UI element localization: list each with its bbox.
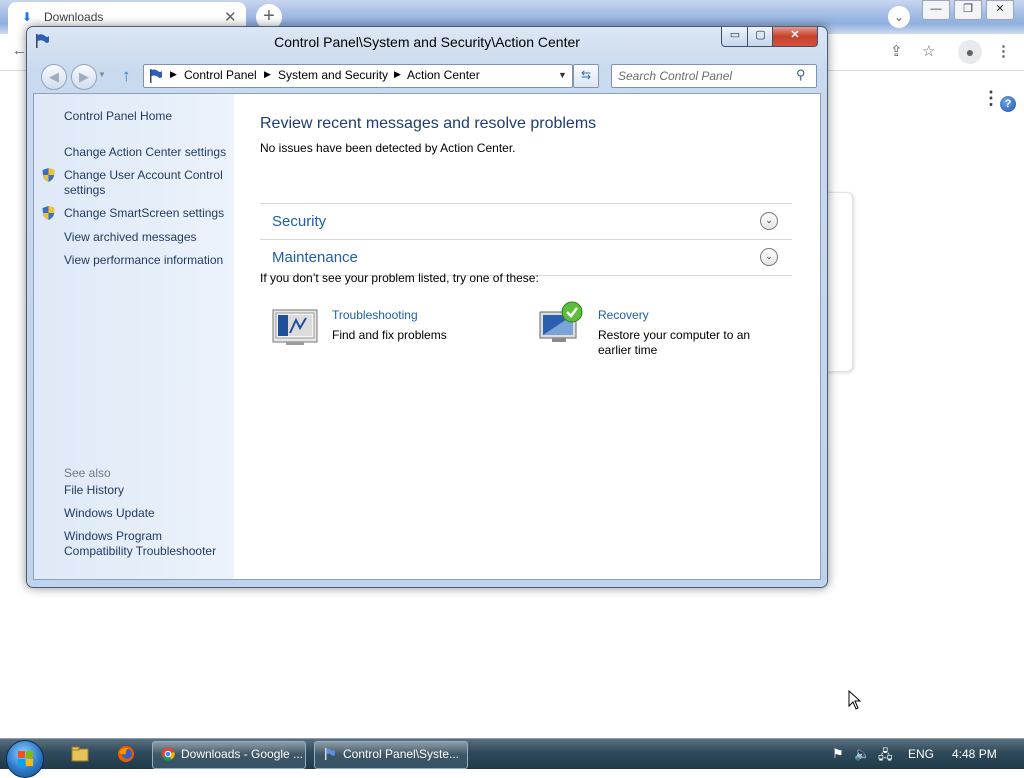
recovery-link[interactable]: Recovery xyxy=(598,308,649,322)
content-area: Control Panel Home Change Action Center … xyxy=(33,93,1016,580)
forward-button[interactable]: ▶ xyxy=(71,64,97,90)
recovery-monitor-icon xyxy=(539,301,583,342)
chrome-close-button[interactable]: ✕ xyxy=(986,0,1014,20)
taskbar: Downloads - Google ... Control Panel\Sys… xyxy=(0,738,1024,778)
chrome-icon xyxy=(161,747,175,761)
sidebar-link-archived-messages[interactable]: View archived messages xyxy=(64,230,197,245)
mouse-cursor-icon xyxy=(848,690,862,710)
recent-pages-dropdown-icon[interactable]: ▼ xyxy=(98,70,106,79)
chrome-menu-icon[interactable]: ⋮ xyxy=(996,42,1011,60)
action-center-flag-icon xyxy=(325,748,335,760)
taskbar-button-chrome[interactable]: Downloads - Google ... xyxy=(152,741,306,769)
chrome-restore-button[interactable]: ❐ xyxy=(954,0,982,20)
minimize-button[interactable]: ▭ xyxy=(721,27,749,47)
profile-avatar-icon[interactable]: ● xyxy=(958,40,982,64)
search-input[interactable] xyxy=(616,67,790,85)
expand-chevron-icon[interactable]: ⌄ xyxy=(760,248,778,266)
clock[interactable]: 4:48 PM xyxy=(952,747,997,761)
address-flag-icon xyxy=(150,69,162,83)
recovery-description: Restore your computer to an earlier time xyxy=(598,328,751,357)
refresh-button[interactable]: ⇆ xyxy=(573,64,599,88)
expand-chevron-icon[interactable]: ⌄ xyxy=(760,212,778,230)
firefox-icon[interactable] xyxy=(108,743,144,765)
main-panel: ? Review recent messages and resolve pro… xyxy=(234,94,1016,579)
taskbar-button-control-panel[interactable]: Control Panel\Syste... xyxy=(314,741,468,769)
tab-search-chevron-icon[interactable]: ⌄ xyxy=(888,6,910,28)
troubleshooting-description: Find and fix problems xyxy=(332,328,447,342)
uac-shield-icon xyxy=(42,206,55,220)
breadcrumb-separator-icon[interactable]: ▶ xyxy=(170,69,177,80)
up-arrow-icon[interactable]: ↑ xyxy=(122,66,131,86)
search-box[interactable]: ⚲ xyxy=(611,64,817,88)
back-button[interactable]: ◀ xyxy=(41,64,67,90)
sidebar-link-control-panel-home[interactable]: Control Panel Home xyxy=(64,109,172,124)
taskbar-button-chrome-label: Downloads - Google ... xyxy=(181,747,304,761)
chrome-tab-title: Downloads xyxy=(44,10,104,24)
see-also-file-history[interactable]: File History xyxy=(64,483,124,498)
section-maintenance-label[interactable]: Maintenance xyxy=(272,249,358,266)
breadcrumb-separator-icon[interactable]: ▶ xyxy=(264,69,271,80)
action-center-tray-icon[interactable]: ⚑ xyxy=(832,746,844,762)
sidebar-link-action-center-settings[interactable]: Change Action Center settings xyxy=(64,145,226,160)
share-icon[interactable]: ⇪ xyxy=(890,42,903,60)
help-icon[interactable]: ? xyxy=(1000,96,1016,112)
address-bar[interactable]: ▶ Control Panel ▶ System and Security ▶ … xyxy=(143,64,573,88)
sidebar: Control Panel Home Change Action Center … xyxy=(34,94,234,579)
page-title: Review recent messages and resolve probl… xyxy=(260,115,597,132)
file-explorer-icon[interactable] xyxy=(62,743,98,765)
breadcrumb-system-and-security[interactable]: System and Security xyxy=(278,68,388,82)
sidebar-link-smartscreen-settings[interactable]: Change SmartScreen settings xyxy=(64,206,224,221)
download-icon: ⬇ xyxy=(22,10,33,24)
breadcrumb-control-panel[interactable]: Control Panel xyxy=(184,68,257,82)
bookmark-star-icon[interactable]: ☆ xyxy=(922,42,935,60)
taskbar-button-control-panel-label: Control Panel\Syste... xyxy=(343,747,460,761)
breadcrumb-action-center[interactable]: Action Center xyxy=(407,68,480,82)
address-dropdown-icon[interactable]: ▼ xyxy=(558,70,567,80)
breadcrumb-separator-icon[interactable]: ▶ xyxy=(394,69,401,80)
close-tab-icon[interactable]: ✕ xyxy=(224,8,237,26)
section-security[interactable]: Security ⌄ xyxy=(260,203,792,239)
page-menu-icon[interactable]: ⋮ xyxy=(982,88,1000,109)
hint-text: If you don’t see your problem listed, tr… xyxy=(260,271,539,285)
control-panel-window: Control Panel\System and Security\Action… xyxy=(26,26,1016,588)
language-indicator[interactable]: ENG xyxy=(908,747,934,761)
windows-logo-icon xyxy=(18,751,25,758)
troubleshooting-monitor-icon xyxy=(272,309,318,345)
chrome-window-controls: — ❐ ✕ xyxy=(922,0,1024,20)
see-also-windows-update[interactable]: Windows Update xyxy=(64,506,155,521)
status-message: No issues have been detected by Action C… xyxy=(260,141,516,155)
troubleshooting-link[interactable]: Troubleshooting xyxy=(332,308,418,322)
chrome-minimize-button[interactable]: — xyxy=(922,0,950,20)
close-button[interactable]: ✕ xyxy=(772,27,818,47)
sidebar-link-performance-information[interactable]: View performance information xyxy=(64,253,223,268)
sidebar-link-user-account-control[interactable]: Change User Account Control settings xyxy=(64,168,232,198)
see-also-compatibility-troubleshooter[interactable]: Windows Program Compatibility Troublesho… xyxy=(64,529,232,559)
uac-shield-icon xyxy=(42,168,55,182)
maximize-button[interactable]: ▢ xyxy=(747,27,774,47)
see-also-heading: See also xyxy=(64,466,111,480)
network-icon[interactable]: 🖧 xyxy=(878,746,893,768)
start-button[interactable] xyxy=(6,740,44,778)
window-title: Control Panel\System and Security\Action… xyxy=(274,34,580,50)
back-arrow-icon[interactable]: ← xyxy=(12,42,27,59)
volume-icon[interactable]: 🔈 xyxy=(854,746,870,762)
search-icon[interactable]: ⚲ xyxy=(796,67,806,83)
section-security-label[interactable]: Security xyxy=(272,213,326,230)
